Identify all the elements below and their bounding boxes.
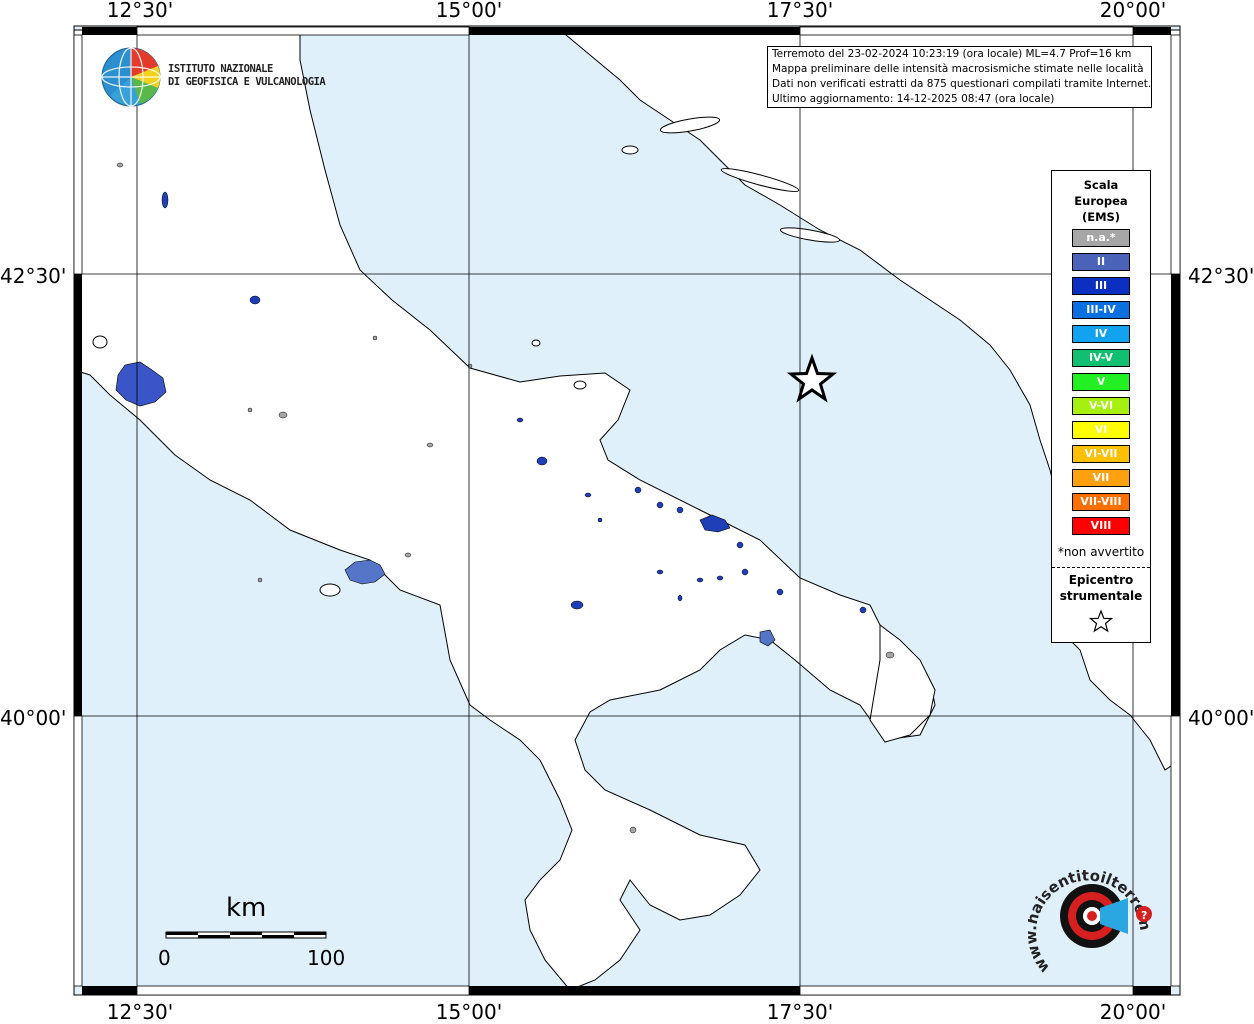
lon-label-bottom-3: 17°30' — [766, 1000, 834, 1024]
lat-label-left-1: 42°30' — [0, 264, 67, 288]
legend-swatch-vivii: VI-VII — [1072, 445, 1130, 463]
scale-start: 0 — [158, 946, 171, 970]
scale-unit: km — [226, 893, 267, 923]
legend-title-line: Europea — [1074, 194, 1128, 208]
lon-label-top-2: 15°00' — [435, 0, 503, 22]
intensity-patch — [716, 575, 724, 581]
scale-bar — [165, 931, 327, 939]
lat-label-right-1: 42°30' — [1188, 264, 1254, 288]
hsit-logo-icon[interactable]: www.haisentitoilterremoto.it ? — [1028, 858, 1158, 973]
island — [319, 583, 341, 597]
intensity-patch — [161, 191, 169, 209]
epicenter-label-line: strumentale — [1059, 589, 1143, 603]
epicenter-legend-label: Epicentro strumentale — [1052, 572, 1150, 604]
lat-label-right-2: 40°00' — [1188, 706, 1254, 730]
logo-line: ISTITUTO NAZIONALE — [168, 63, 273, 75]
lon-label-top-1: 12°30' — [106, 0, 174, 22]
legend-title-line: (EMS) — [1081, 210, 1121, 224]
island — [531, 339, 541, 347]
logo-line: DI GEOFISICA E VULCANOLOGIA — [168, 76, 326, 88]
epicenter-legend-star-icon — [1088, 609, 1114, 633]
intensity-patch — [536, 456, 548, 466]
legend-swatch-vi: VI — [1072, 421, 1130, 439]
island — [92, 335, 108, 349]
intensity-patch — [570, 600, 584, 610]
event-info-box: Terremoto del 23-02-2024 10:23:19 (ora l… — [767, 46, 1152, 108]
intensity-patch — [634, 486, 642, 494]
legend-swatch-vii: VII — [1072, 469, 1130, 487]
legend-swatch-viiviii: VII-VIII — [1072, 493, 1130, 511]
lon-label-bottom-2: 15°00' — [435, 1000, 503, 1024]
legend-swatch-ivv: IV-V — [1072, 349, 1130, 367]
event-info-line: Dati non verificati estratti da 875 ques… — [772, 78, 1152, 90]
event-info-line: Ultimo aggiornamento: 14-12-2025 08:47 (… — [772, 93, 1055, 105]
intensity-patch — [859, 606, 867, 614]
intensity-patch — [584, 492, 592, 498]
ingv-logo-text: ISTITUTO NAZIONALE DI GEOFISICA E VULCAN… — [168, 63, 326, 89]
lon-label-top-3: 17°30' — [766, 0, 834, 22]
intensity-patch — [249, 295, 261, 305]
svg-text:?: ? — [1141, 909, 1147, 922]
island — [573, 380, 587, 390]
ems-legend: Scala Europea (EMS) n.a.* II III III-IV IV IV… — [1051, 170, 1151, 643]
intensity-patch — [741, 568, 749, 576]
legend-note: *non avvertito — [1057, 545, 1145, 559]
event-info-line: Terremoto del 23-02-2024 10:23:19 (ora l… — [772, 48, 1132, 60]
ingv-globe-icon — [101, 47, 161, 107]
epicenter-label-line: Epicentro — [1068, 573, 1134, 587]
intensity-patch — [776, 588, 784, 596]
lon-label-bottom-1: 12°30' — [106, 1000, 174, 1024]
legend-swatch-na: n.a.* — [1072, 229, 1130, 247]
intensity-patch — [736, 541, 744, 549]
legend-swatch-v: V — [1072, 373, 1130, 391]
event-info-line: Mappa preliminare delle intensità macros… — [772, 63, 1144, 75]
legend-swatch-vvi: V-VI — [1072, 397, 1130, 415]
intensity-patch — [656, 501, 664, 509]
intensity-patch — [676, 506, 684, 514]
intensity-patch — [696, 577, 704, 583]
legend-swatch-viii: VIII — [1072, 517, 1130, 535]
intensity-patch — [677, 594, 683, 602]
legend-swatch-iiiiv: III-IV — [1072, 301, 1130, 319]
legend-swatch-ii: II — [1072, 253, 1130, 271]
intensity-patch — [656, 569, 664, 575]
lon-label-top-4: 20°00' — [1099, 0, 1167, 22]
lat-label-left-2: 40°00' — [0, 706, 67, 730]
island — [621, 145, 639, 155]
legend-title-line: Scala — [1083, 178, 1119, 192]
legend-swatch-iii: III — [1072, 277, 1130, 295]
lon-label-bottom-4: 20°00' — [1099, 1000, 1167, 1024]
legend-title: Scala Europea (EMS) — [1052, 177, 1150, 225]
scale-end: 100 — [307, 946, 346, 970]
intensity-patch — [516, 417, 524, 423]
legend-swatch-iv: IV — [1072, 325, 1130, 343]
legend-separator — [1052, 567, 1150, 568]
intensity-patch — [597, 517, 603, 523]
